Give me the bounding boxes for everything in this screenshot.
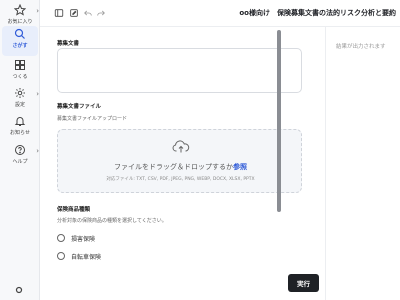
- radio-option-bicycle[interactable]: 自転車保険: [57, 251, 101, 261]
- form-scrollbar[interactable]: [277, 30, 281, 212]
- output-placeholder: 結果が出力されます: [336, 44, 386, 50]
- radio-option-non-life[interactable]: 損害保険: [57, 233, 95, 243]
- nav-item-help[interactable]: ヘルプ ›: [2, 142, 39, 172]
- star-icon: [14, 4, 26, 16]
- file-dropzone[interactable]: ファイルをドラッグ＆ドロップするか参照 対応ファイル: TXT, CSV, PD…: [57, 129, 302, 193]
- nav-item-notifications[interactable]: お知らせ: [2, 113, 38, 143]
- dropzone-instruction: ファイルをドラッグ＆ドロップするか: [114, 163, 233, 171]
- nav-item-search[interactable]: さがす: [2, 26, 38, 56]
- radio-button[interactable]: [57, 234, 65, 242]
- new-chat-icon[interactable]: [69, 8, 79, 18]
- cloud-upload-icon: [172, 140, 190, 153]
- nav-item-settings[interactable]: 設定 ›: [2, 85, 39, 115]
- file-sublabel: 募集文書ファイルアップロード: [57, 116, 128, 122]
- app-root: お気に入り › さがす つくる 設定 › お知らせ ヘルプ › oo様向け 保険…: [0, 0, 400, 300]
- chevron-right-icon: ›: [36, 90, 39, 98]
- top-bar: oo様向け 保険募集文書の法的リスク分析と要約: [40, 0, 400, 27]
- user-settings-icon[interactable]: [14, 285, 24, 295]
- nav-label-search: さがす: [12, 43, 28, 49]
- supported-file-types: 対応ファイル: TXT, CSV, PDF, JPEG, PNG, WEBP, …: [106, 177, 255, 182]
- bell-icon: [14, 117, 26, 126]
- nav-label-settings: 設定: [14, 102, 25, 108]
- nav-label-notifications: お知らせ: [10, 130, 30, 136]
- chevron-right-icon: ›: [36, 147, 39, 155]
- radio-label: 損害保険: [71, 235, 96, 243]
- browse-link[interactable]: 参照: [233, 163, 247, 171]
- nav-item-create[interactable]: つくる: [2, 57, 38, 87]
- gear-icon: [15, 88, 25, 98]
- nav-label-help: ヘルプ: [12, 159, 28, 165]
- redo-icon[interactable]: [96, 8, 106, 18]
- sidebar-nav: お気に入り › さがす つくる 設定 › お知らせ ヘルプ ›: [0, 0, 40, 300]
- radio-label: 自転車保険: [71, 253, 102, 261]
- doc-label: 募集文書: [57, 41, 80, 47]
- chevron-right-icon: ›: [36, 7, 39, 15]
- form-panel: 募集文書 募集文書ファイル 募集文書ファイルアップロード ファイルをドラッグ＆ド…: [40, 27, 316, 300]
- sidebar-toggle-icon[interactable]: [54, 8, 64, 18]
- search-icon: [14, 28, 25, 39]
- output-panel: 結果が出力されます: [325, 27, 400, 300]
- category-sublabel: 分析対象の保険商品の種類を選択してください。: [57, 218, 167, 224]
- radio-button[interactable]: [57, 252, 65, 260]
- nav-label-create: つくる: [12, 74, 28, 80]
- file-label: 募集文書ファイル: [57, 104, 102, 110]
- blocks-icon: [15, 60, 25, 70]
- page-title: oo様向け 保険募集文書の法的リスク分析と要約: [239, 9, 396, 17]
- run-button[interactable]: 実行: [288, 274, 319, 292]
- dropzone-text: ファイルをドラッグ＆ドロップするか参照: [58, 162, 303, 172]
- category-label: 保険商品種類: [57, 207, 91, 213]
- nav-label-favorites: お気に入り: [7, 19, 33, 25]
- doc-textarea[interactable]: [57, 48, 302, 93]
- help-icon: [15, 145, 25, 155]
- undo-icon[interactable]: [83, 8, 93, 18]
